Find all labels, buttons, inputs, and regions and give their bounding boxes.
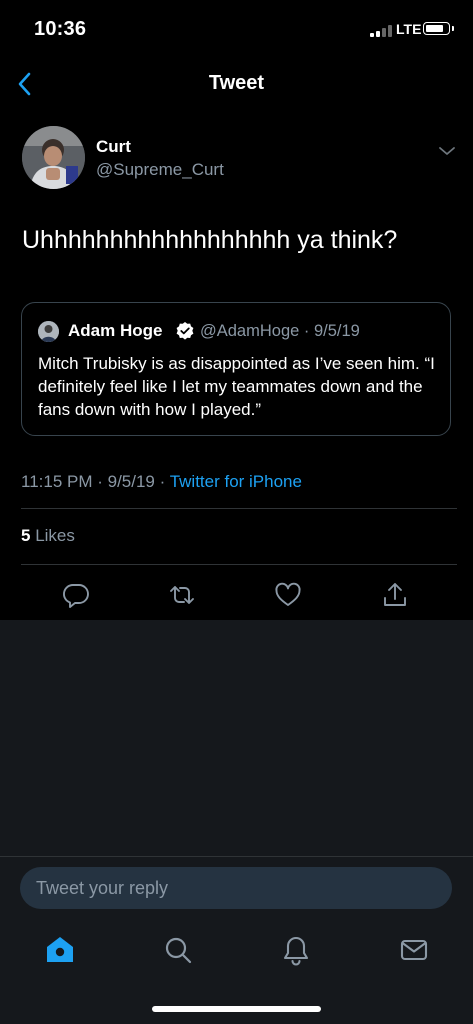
divider [21,564,457,565]
reply-input[interactable] [20,867,452,909]
empty-replies-area [0,620,473,856]
divider [21,508,457,509]
quoted-tweet[interactable]: Adam Hoge @AdamHoge · 9/5/19 Mitch Trubi… [21,302,451,436]
network-label: LTE [396,21,422,37]
likes-count[interactable]: 5 Likes [21,526,75,546]
avatar[interactable] [22,126,85,189]
notifications-icon[interactable] [280,934,312,966]
verified-icon [175,321,195,341]
home-indicator [152,1006,321,1012]
quoted-avatar [38,321,59,342]
share-icon[interactable] [380,580,410,610]
retweet-icon[interactable] [167,580,197,610]
status-bar: 10:36 LTE [0,0,473,58]
tweet-source-link[interactable]: Twitter for iPhone [170,472,302,491]
search-icon[interactable] [162,934,194,966]
author-name[interactable]: Curt [96,137,131,157]
messages-icon[interactable] [398,934,430,966]
likes-label: Likes [30,526,75,545]
tweet-text: Uhhhhhhhhhhhhhhhhhh ya think? [22,226,398,254]
reply-icon[interactable] [61,580,91,610]
tweet: Curt @Supreme_Curt Uhhhhhhhhhhhhhhhhhh y… [0,110,473,620]
chevron-down-icon[interactable] [438,144,456,156]
quoted-author-name: Adam Hoge [68,321,163,340]
page-title: Tweet [208,72,265,94]
reply-bar [0,856,473,921]
battery-icon [423,22,454,35]
author-handle[interactable]: @Supreme_Curt [96,160,224,180]
quoted-tweet-text: Mitch Trubisky is as disappointed as I’v… [38,354,435,419]
nav-header: Tweet [0,58,473,111]
tweet-actions [0,580,473,612]
signal-icon [370,25,394,37]
like-icon[interactable] [273,580,303,610]
status-time: 10:36 [34,18,87,40]
tweet-timestamp: 11:15 PM · 9/5/19 · [21,472,170,491]
home-icon[interactable] [44,934,76,966]
quoted-author-handle: @AdamHoge · 9/5/19 [200,322,360,340]
tweet-meta: 11:15 PM · 9/5/19 · Twitter for iPhone [21,472,302,492]
